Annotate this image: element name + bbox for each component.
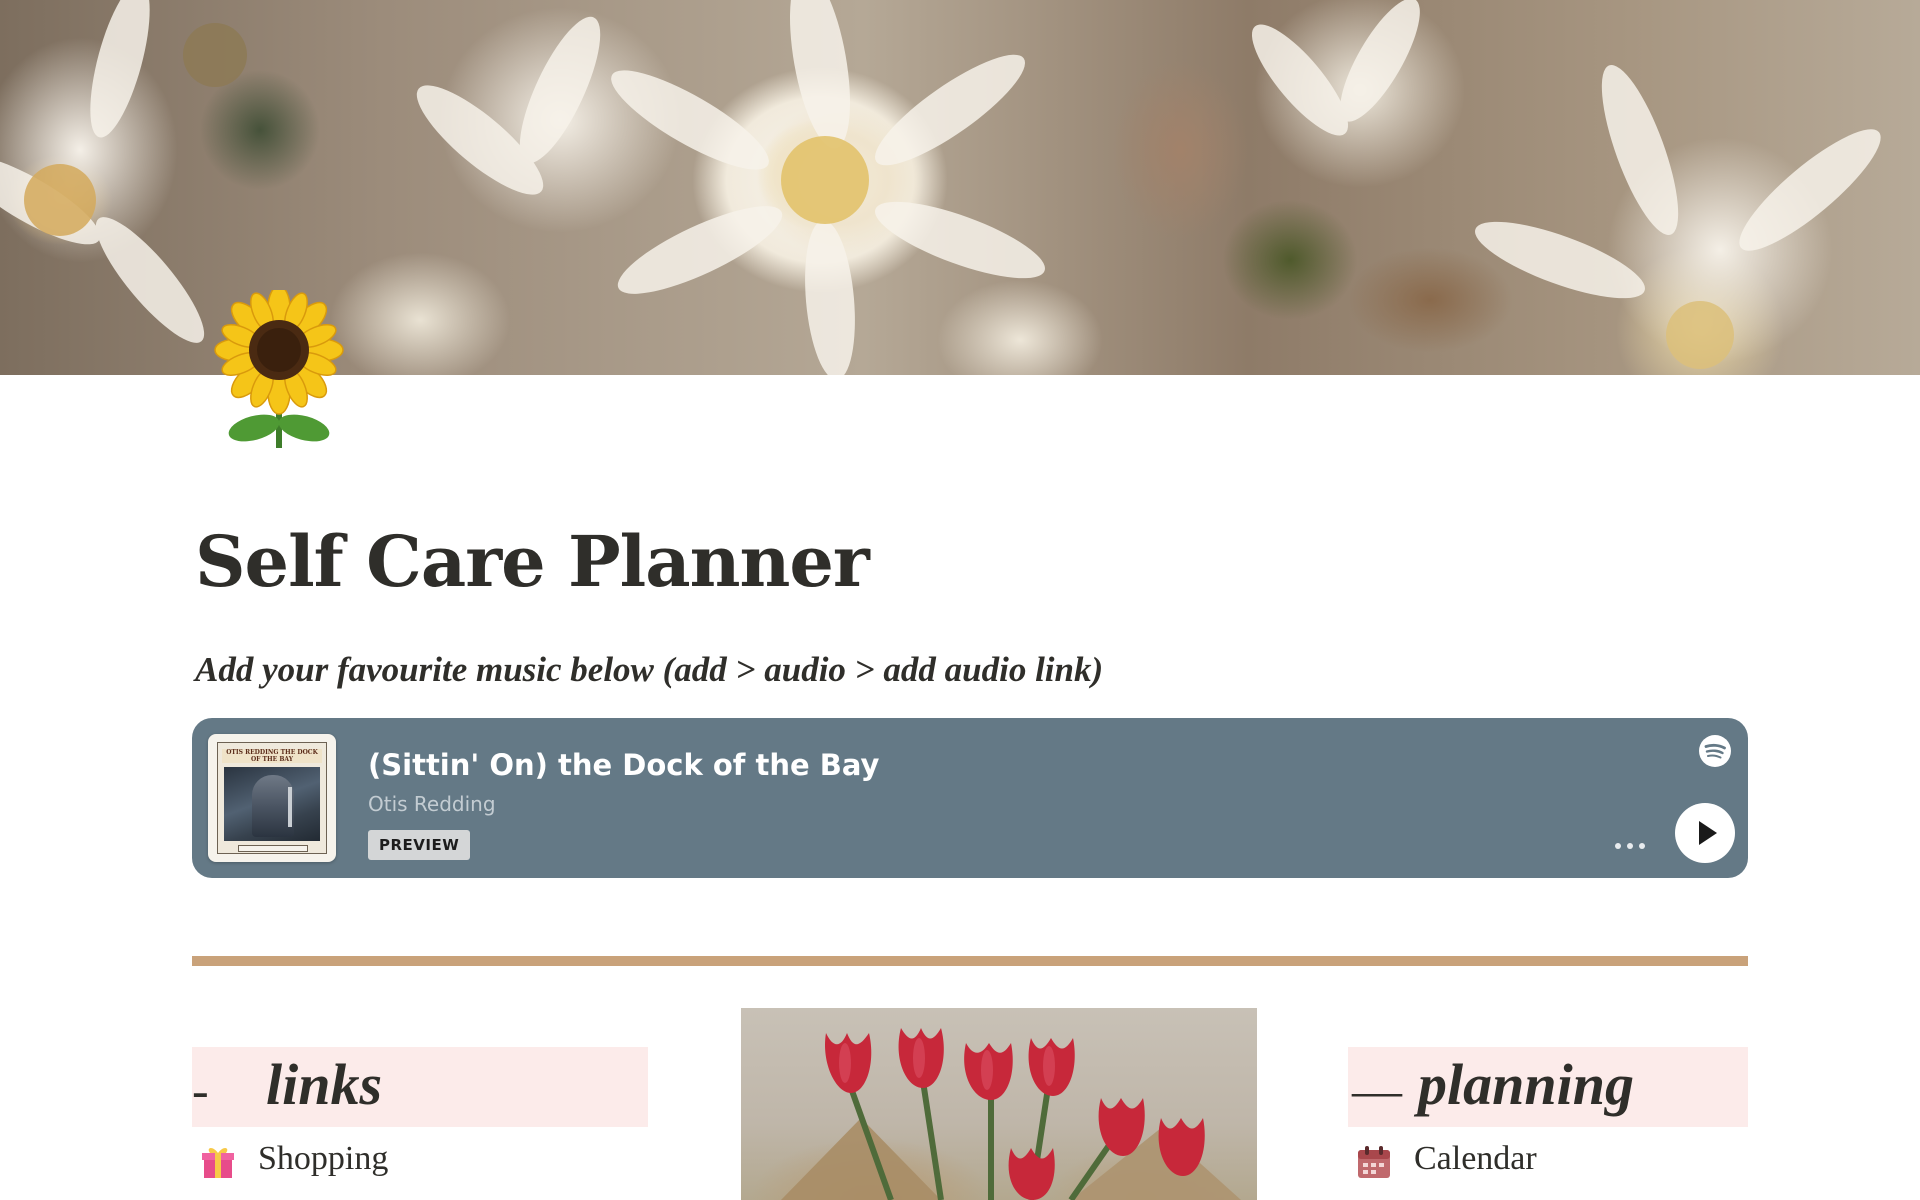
album-microphone <box>288 787 292 827</box>
more-dot <box>1639 843 1645 849</box>
planning-header[interactable]: — planning <box>1348 1047 1748 1127</box>
track-title[interactable]: (Sittin' On) the Dock of the Bay <box>368 748 879 782</box>
tulip-bouquet-image[interactable] <box>741 1008 1257 1200</box>
play-icon <box>1699 821 1717 845</box>
album-footer-band <box>238 845 308 852</box>
album-cover-image[interactable]: OTIS REDDING THE DOCK OF THE BAY <box>208 734 336 862</box>
music-instructions-text[interactable]: Add your favourite music below (add > au… <box>195 650 1103 690</box>
album-caption: OTIS REDDING THE DOCK OF THE BAY <box>222 749 322 763</box>
spotify-audio-embed[interactable]: OTIS REDDING THE DOCK OF THE BAY (Sittin… <box>192 718 1748 878</box>
preview-badge: PREVIEW <box>368 830 471 860</box>
planning-heading: planning <box>1418 1052 1634 1117</box>
page-title[interactable]: Self Care Planner <box>195 520 870 603</box>
links-dash: - <box>192 1062 209 1118</box>
planning-item-label: Calendar <box>1414 1140 1537 1177</box>
spotify-logo-icon[interactable] <box>1698 734 1732 768</box>
play-button[interactable] <box>1675 803 1735 863</box>
planning-dash: — <box>1352 1062 1402 1118</box>
track-artist[interactable]: Otis Redding <box>368 792 496 816</box>
more-dot <box>1615 843 1621 849</box>
more-dot <box>1627 843 1633 849</box>
gift-icon <box>200 1144 236 1180</box>
calendar-icon <box>1356 1144 1392 1180</box>
album-photo <box>224 767 320 841</box>
more-options-icon[interactable] <box>1608 834 1652 858</box>
album-frame: OTIS REDDING THE DOCK OF THE BAY <box>217 742 327 854</box>
link-item-label: Shopping <box>258 1140 389 1177</box>
section-divider <box>192 956 1748 966</box>
link-item-shopping[interactable]: Shopping <box>200 1140 600 1200</box>
links-header[interactable]: - links <box>192 1047 648 1127</box>
tulip-illustration <box>781 1028 1241 1200</box>
sunflower-icon[interactable] <box>210 285 348 450</box>
links-heading: links <box>266 1052 383 1117</box>
planning-item-calendar[interactable]: Calendar <box>1356 1140 1736 1200</box>
